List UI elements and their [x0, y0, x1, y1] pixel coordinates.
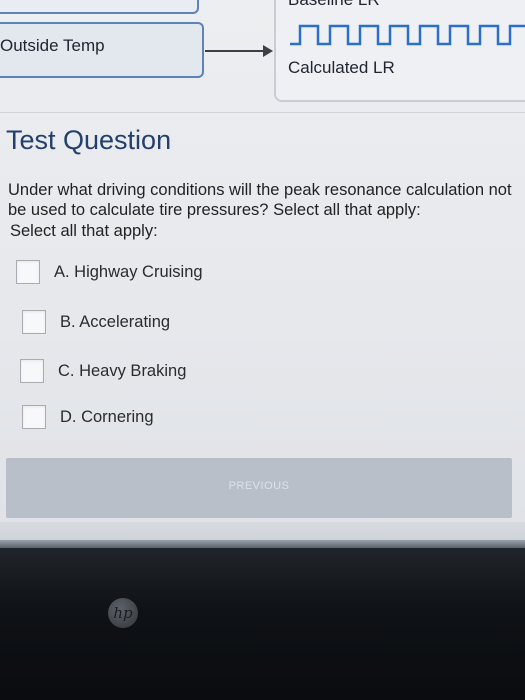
option-c[interactable]: C. Heavy Braking: [20, 358, 186, 384]
calculated-lr-label: Calculated LR: [288, 58, 395, 77]
arrow-line: [205, 50, 265, 52]
laptop-bezel: [0, 548, 525, 700]
option-d[interactable]: D. Cornering: [22, 404, 154, 430]
baseline-input-box: [0, 0, 199, 14]
option-d-checkbox[interactable]: [22, 405, 46, 429]
calculated-lr-box: [274, 0, 525, 102]
divider: [0, 112, 525, 113]
navigation-bar: PREVIOUS: [6, 458, 512, 518]
hp-logo-icon: hp: [108, 598, 138, 628]
option-c-checkbox[interactable]: [20, 359, 44, 383]
outside-temp-label: Outside Temp: [0, 36, 105, 55]
screen: Outside Temp Baseline LR Calculated LR T…: [0, 0, 525, 530]
option-b-checkbox[interactable]: [22, 310, 46, 334]
option-a-checkbox[interactable]: [16, 260, 40, 284]
arrow-right-icon: [263, 45, 273, 57]
question-instruction: Select all that apply:: [10, 222, 158, 240]
square-wave-icon: [290, 24, 525, 46]
previous-button[interactable]: PREVIOUS: [6, 480, 512, 492]
option-a-label: A. Highway Cruising: [54, 262, 203, 281]
question-heading: Test Question: [6, 125, 172, 155]
baseline-lr-label: Baseline LR: [288, 0, 380, 10]
option-c-label: C. Heavy Braking: [58, 361, 187, 380]
option-b[interactable]: B. Accelerating: [22, 309, 170, 335]
option-d-label: D. Cornering: [60, 407, 154, 426]
option-b-label: B. Accelerating: [60, 312, 171, 331]
option-a[interactable]: A. Highway Cruising: [16, 259, 203, 285]
question-text: Under what driving conditions will the p…: [8, 181, 512, 219]
